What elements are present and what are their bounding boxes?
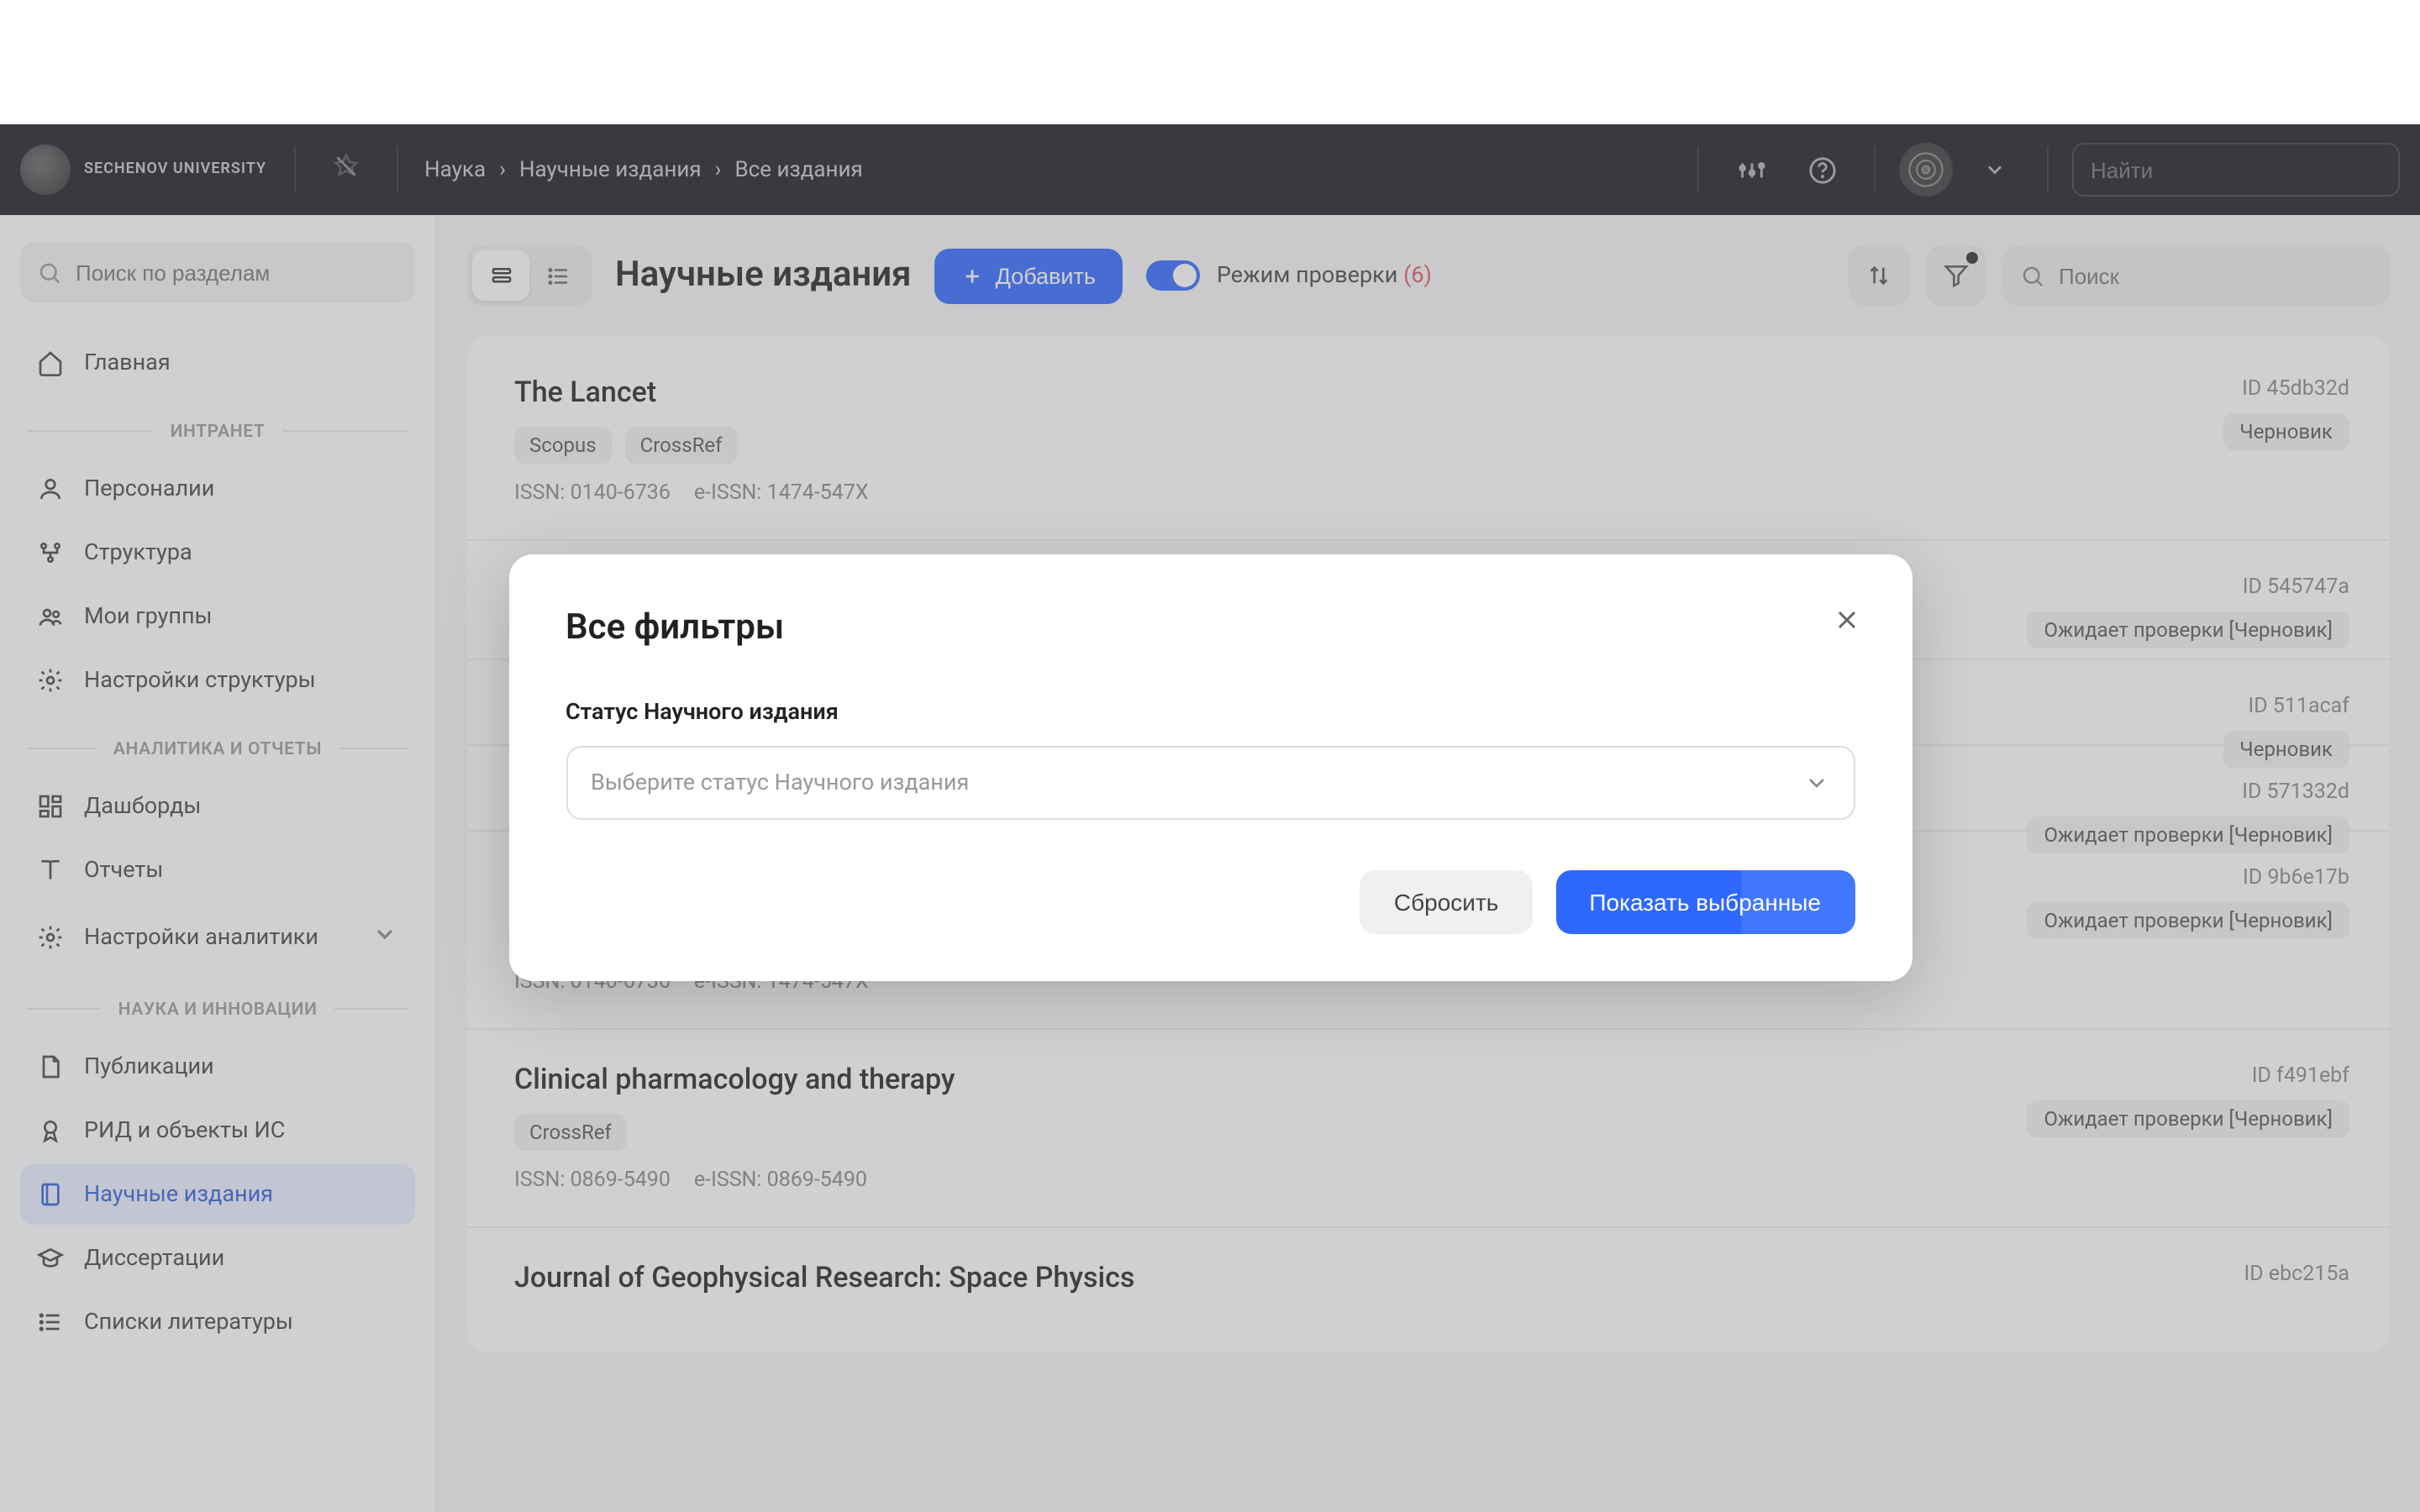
browser-chrome-space [0,0,2420,124]
chevron-down-icon [1802,769,1829,796]
modal-overlay[interactable]: Все фильтры Статус Научного издания Выбе… [0,124,2420,1512]
status-select[interactable]: Выберите статус Научного издания [566,746,1854,820]
status-field-label: Статус Научного издания [566,699,1854,726]
close-button[interactable] [1824,598,1868,648]
filters-modal: Все фильтры Статус Научного издания Выбе… [508,554,1912,981]
modal-actions: Сбросить Показать выбранные [566,870,1854,934]
reset-button[interactable]: Сбросить [1360,870,1532,934]
apply-button[interactable]: Показать выбранные [1555,870,1854,934]
close-icon [1831,605,1861,635]
modal-title: Все фильтры [566,608,1854,648]
select-placeholder: Выберите статус Научного издания [591,769,969,796]
